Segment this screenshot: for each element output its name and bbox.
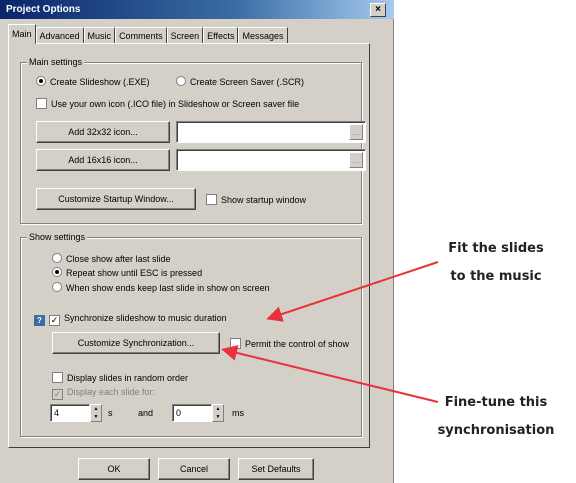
tab-screen[interactable]: Screen <box>166 27 204 44</box>
seconds-spinner[interactable]: ▲ ▼ <box>90 404 102 422</box>
each-slide-checkbox[interactable]: ✓ Display each slide for: <box>52 387 155 400</box>
radio-keep-last[interactable]: When show ends keep last slide in show o… <box>52 282 270 293</box>
tab-comments[interactable]: Comments <box>115 27 167 44</box>
set-defaults-button[interactable]: Set Defaults <box>238 458 314 480</box>
and-label: and <box>138 408 154 418</box>
title-bar: Project Options × <box>0 0 394 19</box>
main-settings-title: Main settings <box>27 57 85 67</box>
radio-exe-control[interactable] <box>36 76 46 86</box>
permit-label: Permit the control of show <box>245 339 350 349</box>
show-settings-title: Show settings <box>27 232 88 242</box>
seconds-unit: s <box>108 408 113 418</box>
radio-close-control[interactable] <box>52 253 62 263</box>
browse-32-button[interactable]: ... <box>349 124 363 140</box>
radio-keep-control[interactable] <box>52 282 62 292</box>
show-startup-check[interactable] <box>206 194 217 205</box>
random-order-checkbox[interactable]: Display slides in random order <box>52 372 188 383</box>
seconds-input[interactable]: 4 <box>50 404 90 422</box>
sync-check[interactable]: ✓ <box>49 315 60 326</box>
fit-annotation: Fit the slides to the music <box>418 238 574 288</box>
radio-create-exe[interactable]: Create Slideshow (.EXE) <box>36 76 150 87</box>
project-options-dialog: Project Options × Main Advanced Music Co… <box>0 0 394 483</box>
ms-spinner[interactable]: ▲ ▼ <box>212 404 224 422</box>
window-title: Project Options <box>6 4 81 15</box>
tab-effects[interactable]: Effects <box>203 27 239 44</box>
radio-repeat-control[interactable] <box>52 267 62 277</box>
radio-close-show[interactable]: Close show after last slide <box>52 253 171 264</box>
radio-scr-label: Create Screen Saver (.SCR) <box>190 77 305 87</box>
radio-repeat-show[interactable]: Repeat show until ESC is pressed <box>52 267 202 278</box>
icon-32-path-field[interactable]: ... <box>176 121 366 143</box>
use-icon-label: Use your own icon (.ICO file) in Slidesh… <box>51 99 300 109</box>
add-16-icon-button[interactable]: Add 16x16 icon... <box>36 149 170 171</box>
random-label: Display slides in random order <box>67 373 189 383</box>
help-icon[interactable]: ? <box>34 315 45 326</box>
radio-keep-label: When show ends keep last slide in show o… <box>66 283 270 293</box>
icon-16-path-field[interactable]: ... <box>176 149 366 171</box>
add-32-icon-button[interactable]: Add 32x32 icon... <box>36 121 170 143</box>
radio-create-scr[interactable]: Create Screen Saver (.SCR) <box>176 76 304 87</box>
tab-main[interactable]: Main <box>8 24 36 44</box>
each-slide-check[interactable]: ✓ <box>52 389 63 400</box>
sync-label: Synchronize slideshow to music duration <box>64 313 227 323</box>
show-startup-label: Show startup window <box>221 195 307 205</box>
fine-tune-annotation: Fine-tune this synchronisation <box>418 392 574 442</box>
cancel-button[interactable]: Cancel <box>158 458 230 480</box>
ms-input[interactable]: 0 <box>172 404 212 422</box>
fine-tune-annotation-line1: Fine-tune this <box>444 395 548 410</box>
radio-scr-control[interactable] <box>176 76 186 86</box>
fine-tune-annotation-line2: synchronisation <box>437 423 555 438</box>
customize-sync-button[interactable]: Customize Synchronization... <box>52 332 220 354</box>
permit-control-checkbox[interactable]: Permit the control of show <box>230 338 349 349</box>
sync-row: ? ✓ Synchronize slideshow to music duratio… <box>34 313 227 326</box>
radio-close-label: Close show after last slide <box>66 254 171 264</box>
tab-messages[interactable]: Messages <box>238 27 288 44</box>
tab-strip: Main Advanced Music Comments Screen Effe… <box>8 24 288 44</box>
show-startup-checkbox[interactable]: Show startup window <box>206 194 306 205</box>
permit-check[interactable] <box>230 338 241 349</box>
tab-advanced[interactable]: Advanced <box>35 27 84 44</box>
use-icon-check[interactable] <box>36 98 47 109</box>
tab-music[interactable]: Music <box>83 27 116 44</box>
radio-exe-label: Create Slideshow (.EXE) <box>50 77 150 87</box>
use-icon-checkbox[interactable]: Use your own icon (.ICO file) in Slidesh… <box>36 98 299 109</box>
each-slide-label: Display each slide for: <box>67 387 156 397</box>
ok-button[interactable]: OK <box>78 458 150 480</box>
customize-startup-button[interactable]: Customize Startup Window... <box>36 188 196 210</box>
browse-16-button[interactable]: ... <box>349 152 363 168</box>
close-icon[interactable]: × <box>370 3 386 17</box>
fit-annotation-line1: Fit the slides <box>448 241 544 256</box>
ms-unit: ms <box>232 408 244 418</box>
random-check[interactable] <box>52 372 63 383</box>
fit-annotation-line2: to the music <box>450 269 542 284</box>
radio-repeat-label: Repeat show until ESC is pressed <box>66 268 203 278</box>
